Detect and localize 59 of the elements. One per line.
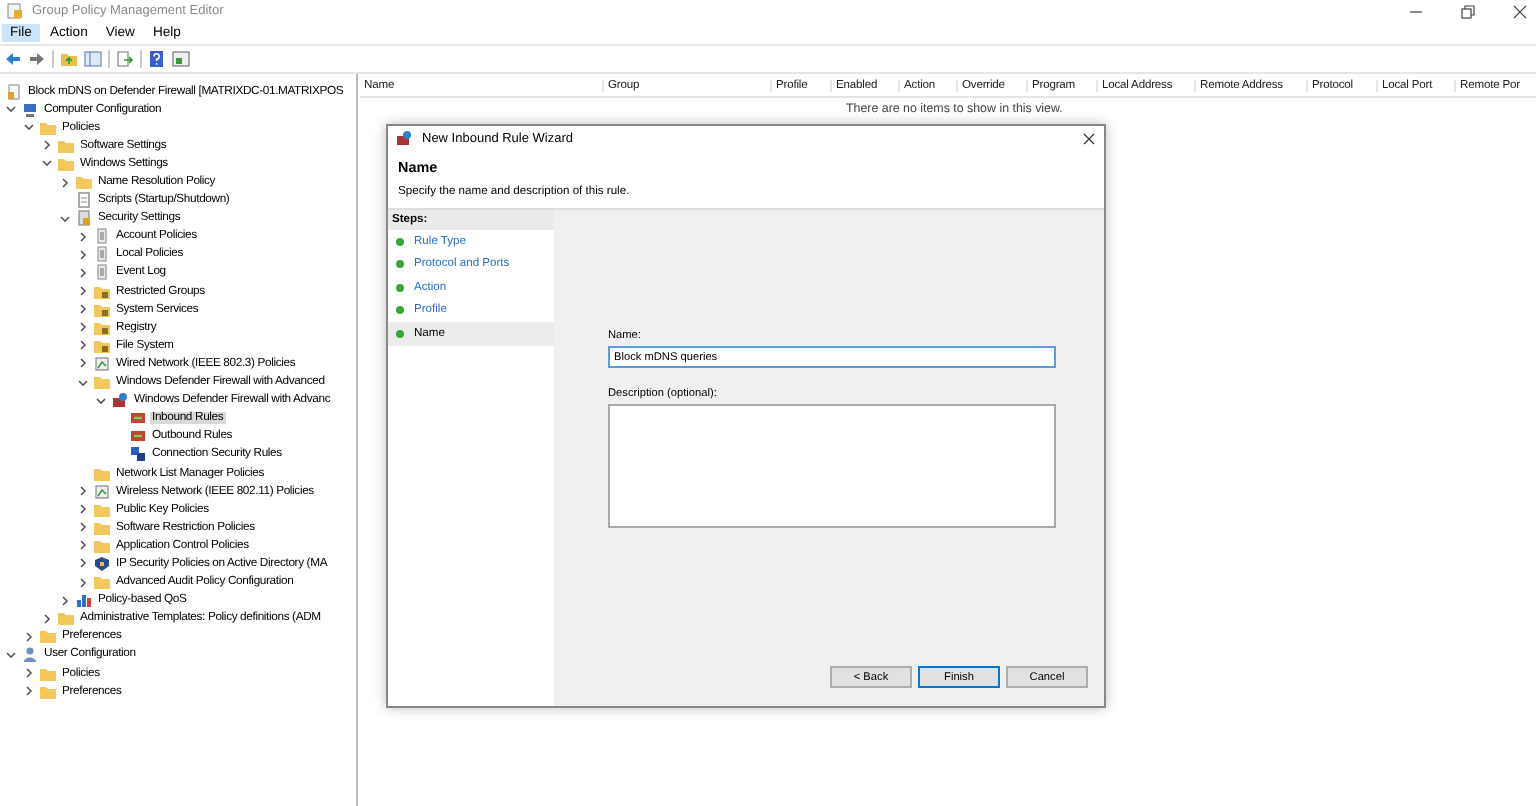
chevron-icon[interactable] — [58, 175, 72, 190]
chevron-icon[interactable] — [76, 502, 90, 517]
status-dot-icon — [396, 237, 404, 246]
description-input[interactable] — [608, 404, 1056, 528]
status-dot-icon — [396, 260, 404, 269]
connection-icon — [130, 446, 146, 463]
network-icon — [94, 355, 110, 372]
close-icon[interactable] — [1082, 131, 1096, 145]
firewall-icon — [396, 130, 412, 146]
up-folder-icon[interactable] — [60, 50, 78, 68]
chevron-icon[interactable] — [76, 284, 90, 299]
chevron-icon[interactable] — [40, 156, 54, 171]
chevron-icon[interactable] — [22, 120, 36, 135]
policy-document-icon — [6, 83, 22, 100]
chevron-icon[interactable] — [76, 556, 90, 571]
chevron-icon[interactable] — [4, 102, 18, 117]
bar-chart-icon — [76, 592, 92, 609]
chevron-icon[interactable] — [58, 211, 72, 226]
chevron-icon[interactable] — [22, 684, 36, 699]
chevron-icon[interactable] — [58, 593, 72, 608]
chevron-icon[interactable] — [76, 338, 90, 353]
chevron-icon[interactable] — [76, 375, 90, 390]
chevron-icon[interactable] — [22, 629, 36, 644]
chevron-icon[interactable] — [76, 538, 90, 553]
help-icon[interactable] — [148, 50, 166, 68]
chevron-icon[interactable] — [76, 356, 90, 371]
folder-icon — [94, 465, 110, 482]
chevron-icon[interactable] — [40, 138, 54, 153]
chevron-icon[interactable] — [40, 611, 54, 626]
document-icon — [76, 192, 92, 209]
status-dot-icon — [396, 329, 404, 338]
chevron-icon[interactable] — [22, 666, 36, 681]
chevron-icon[interactable] — [94, 393, 108, 408]
network-icon — [94, 483, 110, 500]
user-icon — [22, 646, 38, 663]
folder-icon — [94, 374, 110, 391]
back-arrow-icon[interactable] — [4, 50, 22, 68]
properties-icon[interactable] — [172, 50, 190, 68]
chevron-icon[interactable] — [4, 647, 18, 662]
status-dot-icon — [396, 306, 404, 315]
tree-pane-icon[interactable] — [84, 50, 102, 68]
status-dot-icon — [396, 283, 404, 292]
restore-icon[interactable] — [1460, 3, 1476, 19]
chevron-icon[interactable] — [76, 302, 90, 317]
chevron-icon[interactable] — [76, 320, 90, 335]
chevron-icon[interactable] — [76, 520, 90, 535]
close-icon[interactable] — [1512, 3, 1528, 19]
firewall-icon — [112, 392, 128, 409]
chevron-icon[interactable] — [76, 484, 90, 499]
security-icon — [76, 210, 92, 227]
forward-arrow-icon[interactable] — [28, 50, 46, 68]
computer-icon — [22, 101, 38, 118]
chevron-icon[interactable] — [76, 265, 90, 280]
export-icon[interactable] — [116, 50, 134, 68]
chevron-icon[interactable] — [76, 575, 90, 590]
chevron-icon[interactable] — [76, 247, 90, 262]
chevron-icon[interactable] — [76, 229, 90, 244]
shield-icon — [94, 555, 110, 572]
folder-icon — [94, 574, 110, 591]
